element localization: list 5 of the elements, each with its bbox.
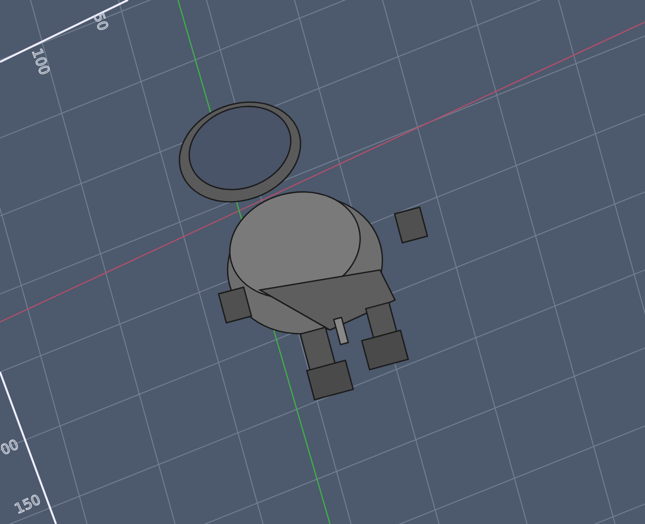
axis-label: 150 [12, 492, 44, 518]
robot-model-drawing[interactable] [178, 102, 428, 400]
axis-label: 50 [90, 10, 111, 34]
axis-label: 100 [28, 46, 52, 78]
axis-label: 00 [0, 436, 22, 459]
